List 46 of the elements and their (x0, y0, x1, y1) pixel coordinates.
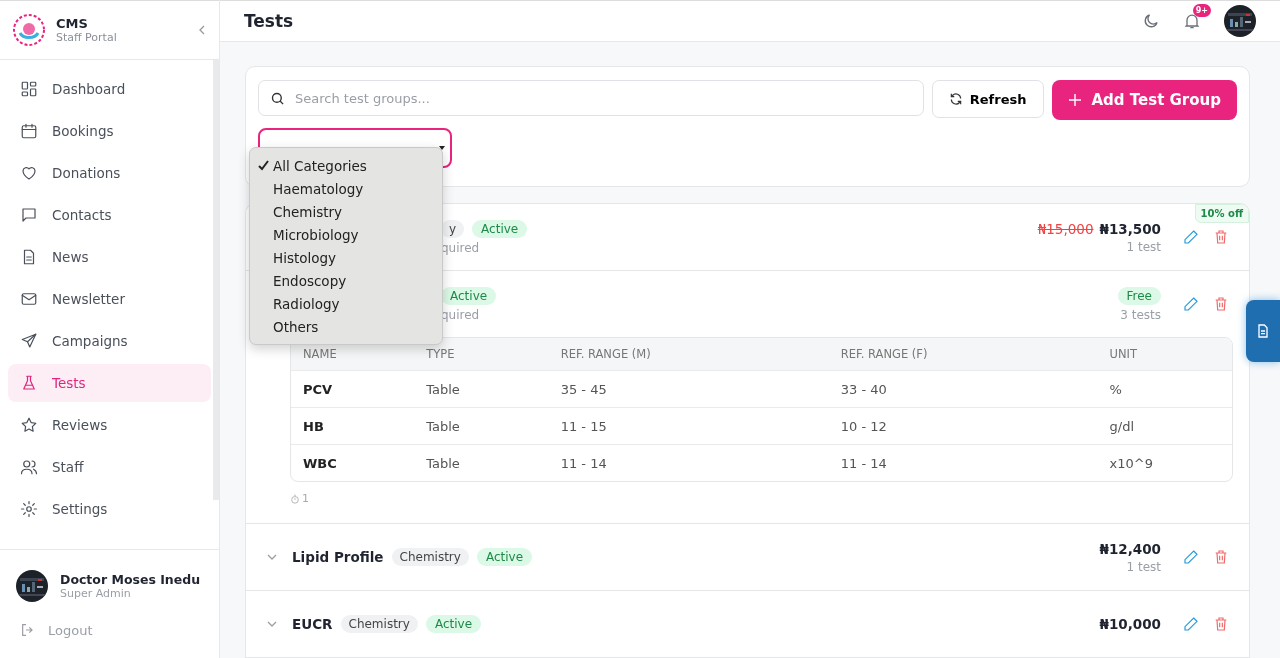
table-cell: x10^9 (1097, 444, 1232, 481)
price: ₦13,500 (1099, 220, 1161, 237)
table-cell: WBC (291, 444, 415, 481)
category-tag: Chemistry (340, 615, 418, 633)
column-header: REF. RANGE (F) (828, 338, 1098, 371)
column-header: TYPE (414, 338, 549, 371)
table-cell: 10 - 12 (828, 407, 1098, 445)
brand-title: CMS (56, 16, 89, 31)
notification-badge: 9+ (1192, 4, 1211, 17)
table-cell: Table (414, 444, 549, 481)
table-cell: HB (291, 407, 415, 445)
group-name: EUCR (292, 616, 333, 632)
group-name: Lipid Profile (292, 549, 384, 565)
test-count: 3 tests (1120, 307, 1161, 322)
column-header: REF. RANGE (M) (548, 338, 829, 371)
status-tag: Active (425, 615, 481, 633)
discount-tag: 10% off (1194, 204, 1249, 223)
table-cell: Table (414, 370, 549, 408)
table-cell: g/dl (1097, 407, 1232, 445)
page-title: Tests (244, 11, 295, 31)
status-tag: Active (441, 286, 497, 305)
table-cell: 35 - 45 (548, 370, 829, 408)
group-subtitle: quired (441, 307, 481, 322)
price: ₦12,400 (1099, 540, 1161, 557)
test-count: 1 test (1126, 559, 1161, 574)
timer-count: 1 (246, 482, 1249, 523)
status-tag: Active (476, 548, 533, 566)
column-header: UNIT (1097, 338, 1232, 371)
user-name: Doctor Moses Inedu (60, 572, 201, 587)
status-tag: Active (472, 219, 528, 238)
table-cell: 11 - 14 (828, 444, 1098, 481)
user-role: Super Admin (60, 587, 132, 600)
table-cell: 11 - 15 (548, 407, 829, 445)
price-tag: Free (1117, 286, 1161, 305)
category-tag: y (441, 219, 465, 238)
price: ₦10,000 (1099, 616, 1161, 632)
table-cell: 11 - 14 (548, 444, 829, 481)
table-cell: Table (414, 407, 549, 445)
category-tag: Chemistry (391, 548, 469, 566)
group-subtitle: quired (441, 240, 481, 255)
test-count: 1 test (1126, 239, 1161, 254)
table-cell: 33 - 40 (828, 370, 1098, 408)
old-price: ₦15,000 (1037, 220, 1094, 237)
table-cell: % (1097, 370, 1232, 408)
table-cell: PCV (291, 370, 415, 408)
brand-subtitle: Staff Portal (56, 31, 117, 44)
